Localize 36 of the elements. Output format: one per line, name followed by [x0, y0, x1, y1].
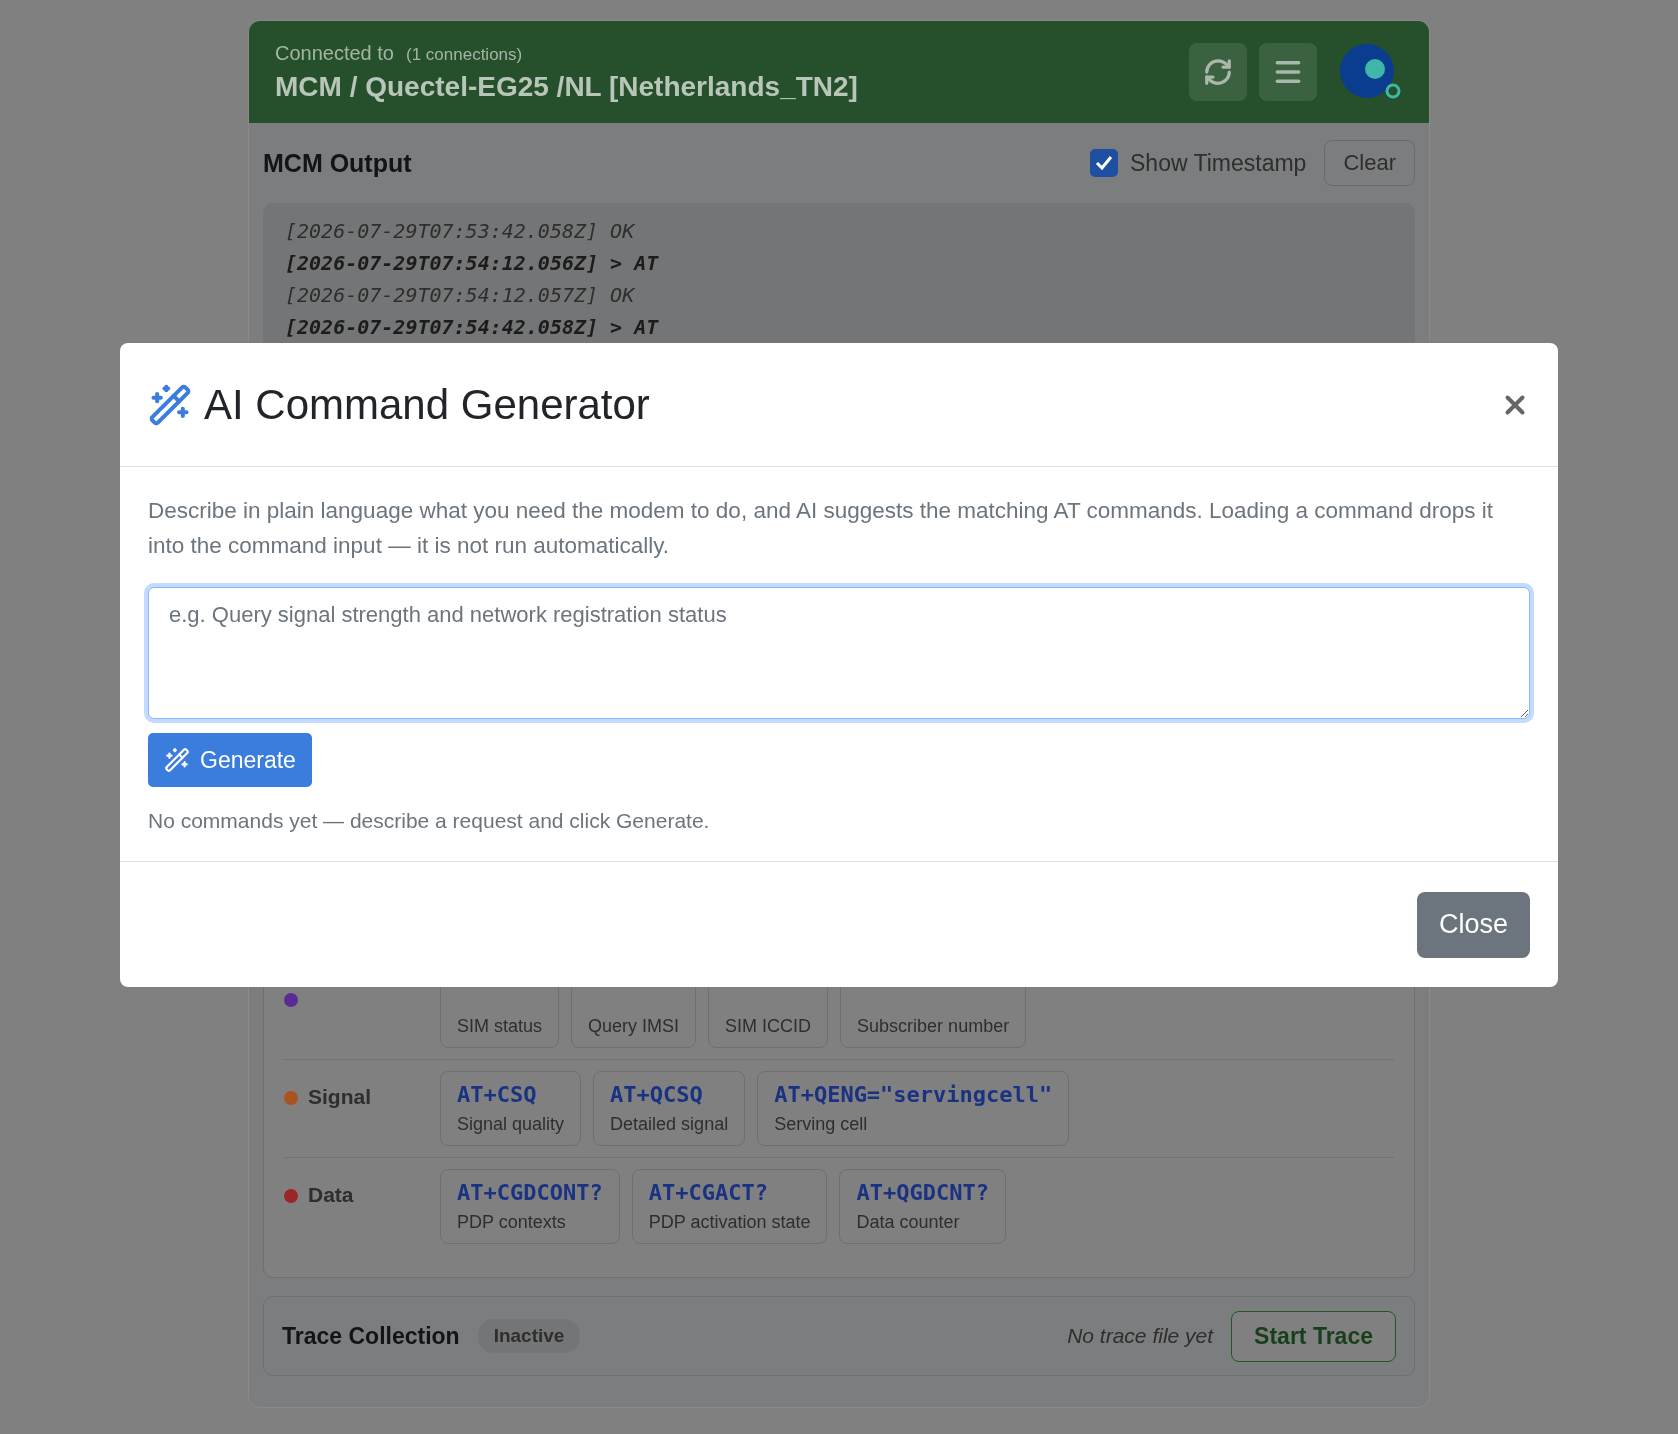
- refresh-icon: [1203, 57, 1233, 87]
- timestamp-checkbox[interactable]: [1090, 149, 1118, 177]
- timestamp-label: Show Timestamp: [1130, 149, 1307, 177]
- trace-title: Trace Collection: [282, 1322, 460, 1350]
- command-chip[interactable]: AT+QCSQ Detailed signal: [593, 1071, 746, 1146]
- status-badge: Inactive: [477, 1319, 581, 1353]
- connection-label: Connected to: [275, 41, 394, 65]
- start-trace-button[interactable]: Start Trace: [1231, 1310, 1396, 1362]
- output-title: MCM Output: [263, 148, 412, 178]
- refresh-button[interactable]: [1189, 43, 1247, 101]
- group-name: Signal: [308, 1085, 371, 1109]
- menu-button[interactable]: [1259, 43, 1317, 101]
- magic-wand-icon: [148, 382, 192, 427]
- log-line: [2026-07-29T07:54:42.058Z] > AT: [285, 314, 660, 341]
- command-chip[interactable]: AT+CSQ Signal quality: [440, 1071, 582, 1146]
- magic-wand-icon: [164, 747, 190, 773]
- empty-note: No commands yet — describe a request and click Generate.: [148, 809, 711, 833]
- logo-icon: [1339, 43, 1403, 101]
- close-button[interactable]: Close: [1416, 891, 1530, 958]
- log-line: [2026-07-29T07:53:42.058Z] OK: [285, 218, 636, 245]
- modal-title: AI Command Generator: [204, 380, 650, 429]
- prompt-input[interactable]: e.g. Query signal strength and network registration status: [148, 587, 1530, 719]
- modal-description: Describe in plain language what you need the modem to do, and AI suggests the matching AT commands. Loading a command drops it into the command input — it is not run automatically.: [148, 497, 1494, 560]
- command-chip[interactable]: AT+QGDCNT? Data counter: [839, 1169, 1006, 1244]
- connection-count: (1 connections): [406, 44, 523, 65]
- group-name: Data: [308, 1183, 354, 1207]
- trace-note: No trace file yet: [1067, 1324, 1214, 1348]
- clear-button[interactable]: Clear: [1324, 140, 1415, 186]
- connection-title: MCM / Quectel-EG25 /NL [Netherlands_TN2]: [275, 70, 858, 103]
- command-chip[interactable]: AT+CGACT? PDP activation state: [631, 1169, 828, 1244]
- command-chip[interactable]: AT+QENG="servingcell" Serving cell: [757, 1071, 1070, 1146]
- generate-button[interactable]: Generate: [148, 733, 312, 787]
- checkmark-icon: [1094, 153, 1114, 173]
- log-line: [2026-07-29T07:54:12.057Z] OK: [285, 282, 636, 309]
- log-line: [2026-07-29T07:54:12.056Z] > AT: [285, 250, 660, 277]
- command-chip[interactable]: AT+CGDCONT? PDP contexts: [440, 1169, 620, 1244]
